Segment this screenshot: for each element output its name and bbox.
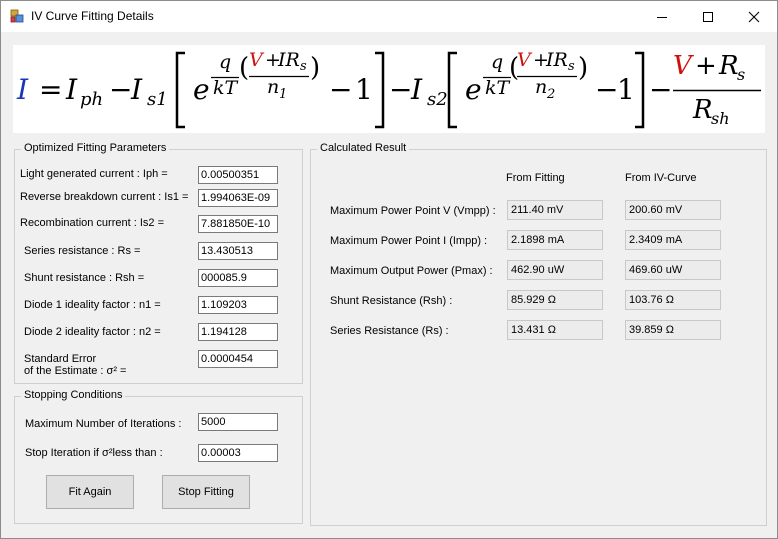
eq-irs-2: IR — [546, 49, 568, 71]
vmpp-curve-value: 200.60 mV — [625, 200, 721, 220]
std-error-label-line2: of the Estimate : σ² = — [24, 365, 127, 377]
eq-n1: n — [267, 76, 280, 98]
stop-threshold-field[interactable]: 0.00003 — [198, 444, 278, 462]
from-fitting-header: From Fitting — [506, 172, 565, 184]
rsh-result-label: Shunt Resistance (Rsh) : — [330, 295, 453, 307]
eq-equals: = — [39, 73, 63, 106]
eq-kt-2: kT — [485, 77, 510, 99]
eq-minus-3: − — [389, 73, 413, 106]
impp-curve-value: 2.3409 mA — [625, 230, 721, 250]
eq-q-1: q — [219, 51, 232, 73]
model-equation: I = I ph − I s1 e q kT ( V + IR s n 1 ) … — [13, 45, 765, 133]
eq-n1-sub: 1 — [279, 87, 288, 102]
rs-curve-value: 39.859 Ω — [625, 320, 721, 340]
eq-is2: I — [411, 73, 423, 106]
std-error-field[interactable]: 0.0000454 — [198, 350, 278, 368]
left-bracket-1 — [175, 51, 185, 129]
eq-v-3: V — [673, 51, 692, 81]
right-bracket-1 — [375, 51, 385, 129]
is1-field[interactable]: 1.994063E-09 — [198, 189, 278, 207]
stop-fitting-button[interactable]: Stop Fitting — [162, 475, 250, 509]
minimize-button[interactable] — [639, 1, 685, 32]
rs-field[interactable]: 13.430513 — [198, 242, 278, 260]
is2-field[interactable]: 7.881850E-10 — [198, 215, 278, 233]
rsh-field[interactable]: 000085.9 — [198, 269, 278, 287]
minimize-icon — [657, 17, 667, 18]
rs-fitting-value: 13.431 Ω — [507, 320, 603, 340]
eq-close-paren-2: ) — [578, 53, 589, 83]
eq-irs-1: IR — [278, 49, 300, 71]
eq-n2: n — [535, 76, 548, 98]
pmax-label: Maximum Output Power (Pmax) : — [330, 265, 493, 277]
pmax-curve-value: 469.60 uW — [625, 260, 721, 280]
eq-v-1: V — [249, 49, 263, 71]
n1-label: Diode 1 ideality factor : n1 = — [24, 299, 161, 311]
right-bracket-2 — [635, 51, 645, 129]
is2-label: Recombination current : Is2 = — [20, 217, 164, 229]
close-button[interactable] — [731, 1, 777, 32]
eq-rs: R — [719, 51, 739, 81]
n2-label: Diode 2 ideality factor : n2 = — [24, 326, 161, 338]
rs-result-label: Series Resistance (Rs) : — [330, 325, 449, 337]
impp-label: Maximum Power Point I (Impp) : — [330, 235, 488, 247]
impp-fitting-value: 2.1898 mA — [507, 230, 603, 250]
is1-label: Reverse breakdown current : Is1 = — [20, 191, 189, 203]
vmpp-label: Maximum Power Point V (Vmpp) : — [330, 205, 496, 217]
n2-field[interactable]: 1.194128 — [198, 323, 278, 341]
rsh-label: Shunt resistance : Rsh = — [24, 272, 145, 284]
eq-iph-sub: ph — [80, 89, 104, 110]
fit-again-button[interactable]: Fit Again — [46, 475, 134, 509]
optimized-parameters-group: Optimized Fitting Parameters — [14, 142, 303, 384]
eq-rs-sub: s — [737, 65, 746, 84]
eq-minus-4: − — [595, 73, 619, 106]
eq-minus-5: − — [649, 73, 673, 106]
app-window: IV Curve Fitting Details I = I ph − I s1… — [0, 0, 778, 539]
eq-irs-sub-1: s — [300, 59, 307, 74]
eq-rsh: R — [693, 95, 713, 125]
eq-exp-2: e — [465, 73, 482, 106]
eq-q-2: q — [491, 51, 504, 73]
eq-v-2: V — [517, 49, 531, 71]
eq-minus-1: − — [109, 73, 133, 106]
maximize-icon — [703, 12, 713, 22]
rs-label: Series resistance : Rs = — [24, 245, 141, 257]
iph-label: Light generated current : Iph = — [20, 168, 168, 180]
eq-iph: I — [66, 73, 78, 106]
eq-is1: I — [131, 73, 143, 106]
rsh-curve-value: 103.76 Ω — [625, 290, 721, 310]
n1-field[interactable]: 1.109203 — [198, 296, 278, 314]
eq-kt-1: kT — [213, 77, 238, 99]
frac-bar-rsh — [673, 89, 761, 92]
close-icon — [748, 11, 760, 23]
app-icon — [10, 9, 24, 23]
eq-rsh-sub: sh — [711, 109, 730, 128]
eq-close-paren-1: ) — [310, 53, 321, 83]
title-bar[interactable]: IV Curve Fitting Details — [1, 1, 777, 32]
eq-is1-sub: s1 — [147, 89, 168, 110]
pmax-fitting-value: 462.90 uW — [507, 260, 603, 280]
optimized-parameters-title: Optimized Fitting Parameters — [21, 142, 170, 154]
stopping-conditions-title: Stopping Conditions — [21, 389, 126, 401]
stop-threshold-label: Stop Iteration if σ²less than : — [25, 447, 163, 459]
window-title: IV Curve Fitting Details — [31, 9, 154, 23]
calculated-result-title: Calculated Result — [317, 142, 410, 154]
left-bracket-2 — [447, 51, 457, 129]
maximize-button[interactable] — [685, 1, 731, 32]
eq-current: I — [17, 73, 29, 106]
eq-n2-sub: 2 — [547, 87, 556, 102]
rsh-fitting-value: 85.929 Ω — [507, 290, 603, 310]
vmpp-fitting-value: 211.40 mV — [507, 200, 603, 220]
max-iterations-field[interactable]: 5000 — [198, 413, 278, 431]
from-iv-curve-header: From IV-Curve — [625, 172, 697, 184]
max-iterations-label: Maximum Number of Iterations : — [25, 418, 182, 430]
eq-irs-sub-2: s — [568, 59, 575, 74]
eq-exp-1: e — [193, 73, 210, 106]
eq-minus-2: − — [329, 73, 353, 106]
eq-open-paren-1: ( — [239, 53, 250, 83]
eq-plus-3: + — [695, 51, 717, 81]
iph-field[interactable]: 0.00500351 — [198, 166, 278, 184]
